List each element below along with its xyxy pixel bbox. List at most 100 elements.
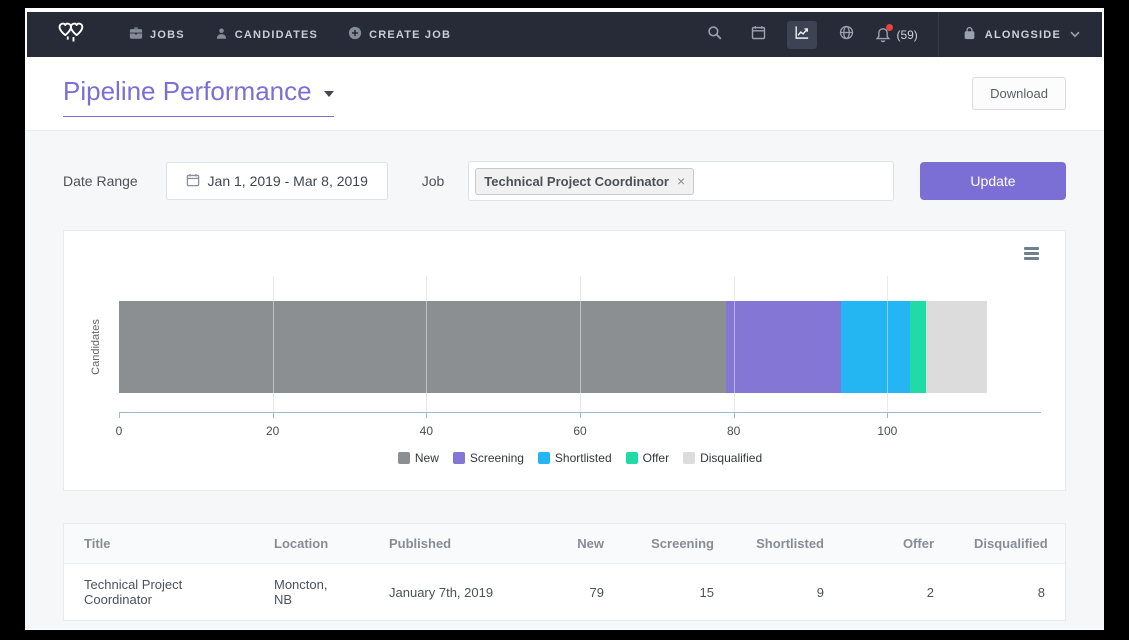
legend-item-screening[interactable]: Screening <box>453 451 524 465</box>
table-body: Technical Project CoordinatorMoncton, NB… <box>64 564 1065 621</box>
job-tag-label: Technical Project Coordinator <box>484 174 669 189</box>
legend-item-shortlisted[interactable]: Shortlisted <box>538 451 612 465</box>
nav-item-label: JOBS <box>150 29 185 41</box>
date-range-label: Date Range <box>63 173 138 189</box>
x-tick-label: 40 <box>420 424 433 438</box>
remove-tag-icon[interactable]: × <box>677 174 685 188</box>
hearts-logo-icon <box>57 19 95 50</box>
search-button[interactable] <box>699 21 729 49</box>
nav-item-create-job[interactable]: CREATE JOB <box>348 26 451 43</box>
nav-item-jobs[interactable]: JOBS <box>129 26 185 43</box>
legend-swatch <box>538 452 550 464</box>
account-name: ALONGSIDE <box>985 29 1061 41</box>
legend-swatch <box>626 452 638 464</box>
x-tick-label: 20 <box>266 424 279 438</box>
legend-swatch <box>453 452 465 464</box>
column-header: Title <box>64 524 254 564</box>
bar-segment-shortlisted[interactable] <box>841 301 910 393</box>
bell-icon <box>875 27 891 43</box>
line-chart-icon <box>794 25 810 45</box>
table-cell: 8 <box>954 564 1065 621</box>
page-title: Pipeline Performance <box>63 76 312 107</box>
chart-menu-icon[interactable] <box>1024 247 1039 260</box>
bar-segment-disqualified[interactable] <box>926 301 987 393</box>
legend-item-offer[interactable]: Offer <box>626 451 669 465</box>
legend-item-new[interactable]: New <box>398 451 439 465</box>
chart-plot: 020406080100 <box>119 276 1041 413</box>
bar-segment-offer[interactable] <box>910 301 925 393</box>
nav-item-label: CANDIDATES <box>235 29 318 41</box>
table-cell: January 7th, 2019 <box>369 564 554 621</box>
stacked-bar <box>119 301 1041 393</box>
date-range-input[interactable]: Jan 1, 2019 - Mar 8, 2019 <box>166 162 388 200</box>
legend-swatch <box>683 452 695 464</box>
calendar-icon <box>751 25 766 45</box>
legend-item-disqualified[interactable]: Disqualified <box>683 451 762 465</box>
column-header: Location <box>254 524 369 564</box>
notification-dot <box>886 24 893 31</box>
job-select-input[interactable]: Technical Project Coordinator × <box>468 161 894 201</box>
plus-circle-icon <box>348 26 362 43</box>
x-tickmark <box>580 413 581 418</box>
download-button[interactable]: Download <box>972 77 1066 110</box>
x-gridline-overlay <box>734 301 735 393</box>
bar-segment-new[interactable] <box>119 301 726 393</box>
legend-label: Disqualified <box>700 451 762 465</box>
app-window: JOBS CANDIDATES <box>25 8 1104 630</box>
table-cell: 9 <box>734 564 844 621</box>
x-gridline-overlay <box>273 301 274 393</box>
briefcase-icon <box>129 26 143 43</box>
column-header: Shortlisted <box>734 524 844 564</box>
legend-label: Offer <box>643 451 669 465</box>
x-tick-label: 60 <box>573 424 586 438</box>
x-tickmark <box>426 413 427 418</box>
job-tag: Technical Project Coordinator × <box>475 168 694 195</box>
results-table: TitleLocationPublishedNewScreeningShortl… <box>64 524 1065 620</box>
x-tickmark <box>119 413 120 418</box>
table-cell: 2 <box>844 564 954 621</box>
chart-legend: New Screening Shortlisted Offer Disqualified <box>119 451 1041 465</box>
report-type-dropdown[interactable]: Pipeline Performance <box>63 76 334 117</box>
nav-item-label: CREATE JOB <box>369 29 451 41</box>
legend-swatch <box>398 452 410 464</box>
caret-down-icon <box>324 91 334 97</box>
x-tick-label: 0 <box>116 424 123 438</box>
chevron-down-icon <box>1070 29 1080 41</box>
column-header: New <box>554 524 624 564</box>
table-cell: Moncton, NB <box>254 564 369 621</box>
date-range-value: Jan 1, 2019 - Mar 8, 2019 <box>208 173 368 189</box>
column-header: Offer <box>844 524 954 564</box>
legend-label: New <box>415 451 439 465</box>
x-tickmark <box>734 413 735 418</box>
nav-item-candidates[interactable]: CANDIDATES <box>215 27 318 43</box>
results-table-card: TitleLocationPublishedNewScreeningShortl… <box>63 523 1066 621</box>
calendar-button[interactable] <box>743 21 773 49</box>
x-gridline-overlay <box>887 301 888 393</box>
table-row: Technical Project CoordinatorMoncton, NB… <box>64 564 1065 621</box>
legend-label: Screening <box>470 451 524 465</box>
user-icon <box>215 27 228 43</box>
x-tick-label: 100 <box>877 424 897 438</box>
reports-button[interactable] <box>787 21 817 49</box>
pipeline-chart-card: Candidates 020406080100 NewScreeningShor… <box>63 230 1066 491</box>
x-tick-label: 80 <box>727 424 740 438</box>
column-header: Disqualified <box>954 524 1065 564</box>
update-button[interactable]: Update <box>920 162 1066 200</box>
account-menu[interactable]: ALONGSIDE <box>939 26 1080 43</box>
globe-button[interactable] <box>831 21 861 49</box>
bar-segment-screening[interactable] <box>726 301 841 393</box>
table-cell: Technical Project Coordinator <box>64 564 254 621</box>
x-gridline-overlay <box>580 301 581 393</box>
job-label: Job <box>422 173 445 189</box>
x-tickmark <box>887 413 888 418</box>
calendar-icon <box>186 173 200 190</box>
page-header: Pipeline Performance Download <box>25 57 1104 131</box>
table-cell: 79 <box>554 564 624 621</box>
column-header: Published <box>369 524 554 564</box>
notification-count: (59) <box>896 28 917 42</box>
table-cell: 15 <box>624 564 734 621</box>
legend-label: Shortlisted <box>555 451 612 465</box>
notifications-button[interactable]: (59) <box>875 27 917 43</box>
y-axis-label: Candidates <box>90 319 102 375</box>
brand-logo[interactable] <box>57 19 95 50</box>
